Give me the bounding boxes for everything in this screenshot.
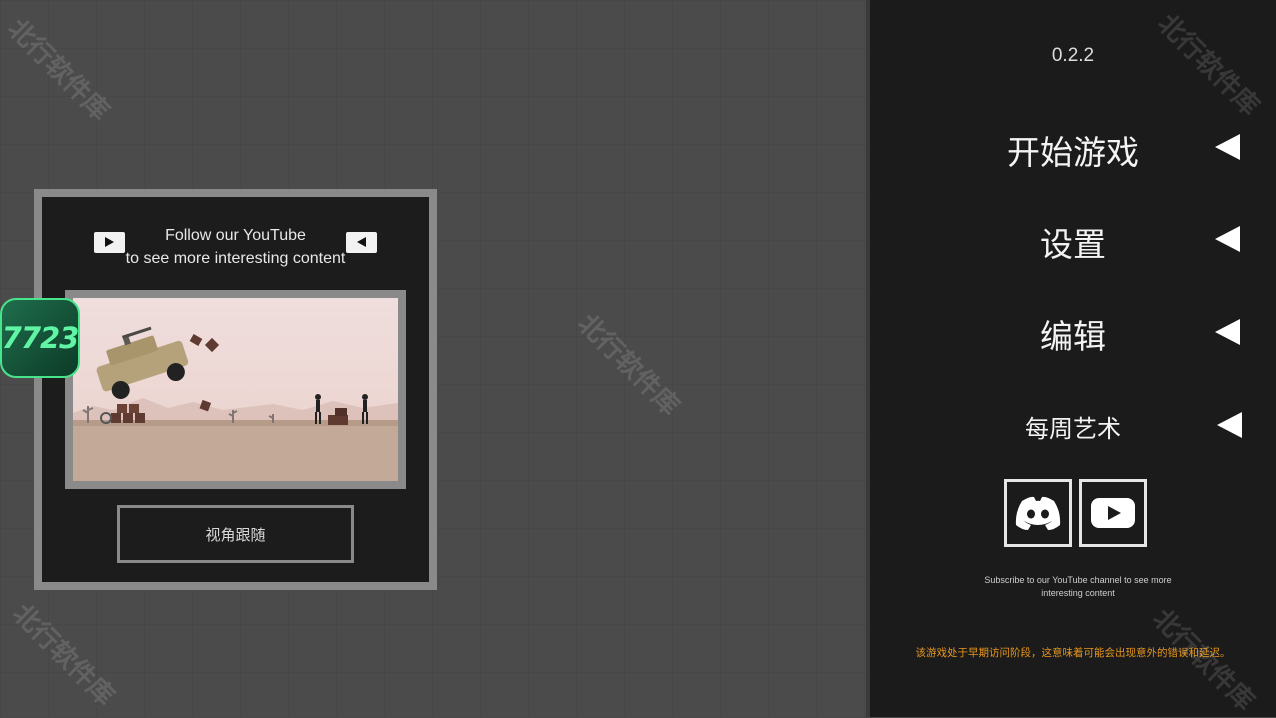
arrow-left-icon: [1215, 134, 1240, 160]
preview-scene: [73, 326, 398, 481]
app-store-badge[interactable]: 7723: [0, 298, 80, 378]
promo-line-2: to see more interesting content: [125, 250, 346, 267]
main-menu-sidebar: 0.2.2 开始游戏 设置 编辑 每周艺术 Subscribe to our Y…: [866, 0, 1276, 717]
discord-button[interactable]: [1004, 479, 1072, 547]
video-preview[interactable]: [73, 298, 398, 481]
youtube-button[interactable]: [1079, 479, 1147, 547]
arrow-left-icon: [1215, 226, 1240, 252]
arrow-left-icon: [1215, 319, 1240, 345]
menu-item-editor[interactable]: 编辑: [870, 302, 1276, 362]
promo-line-1: Follow our YouTube: [165, 227, 306, 244]
arrow-left-icon: [1217, 412, 1242, 438]
youtube-icon: [1091, 498, 1135, 528]
menu-item-start-game[interactable]: 开始游戏: [870, 118, 1276, 178]
discord-icon: [1015, 496, 1061, 530]
menu-item-label: 编辑: [1040, 317, 1106, 356]
camera-follow-button[interactable]: 视角跟随: [117, 505, 354, 563]
menu-item-settings[interactable]: 设置: [870, 210, 1276, 270]
menu-item-weekly-art[interactable]: 每周艺术: [870, 395, 1276, 455]
menu-item-label: 每周艺术: [1025, 415, 1121, 443]
subscribe-text: Subscribe to our YouTube channel to see …: [984, 575, 1172, 598]
video-preview-frame[interactable]: [65, 290, 406, 489]
youtube-promo-panel: Follow our YouTube to see more interesti…: [34, 189, 437, 590]
version-label: 0.2.2: [1051, 45, 1095, 66]
youtube-promo-inner: Follow our YouTube to see more interesti…: [42, 197, 429, 582]
early-access-warning: 该游戏处于早期访问阶段，这意味着可能会出现意外的错误和延迟。: [915, 647, 1231, 659]
menu-item-label: 设置: [1040, 225, 1106, 264]
menu-item-label: 开始游戏: [1007, 133, 1139, 172]
